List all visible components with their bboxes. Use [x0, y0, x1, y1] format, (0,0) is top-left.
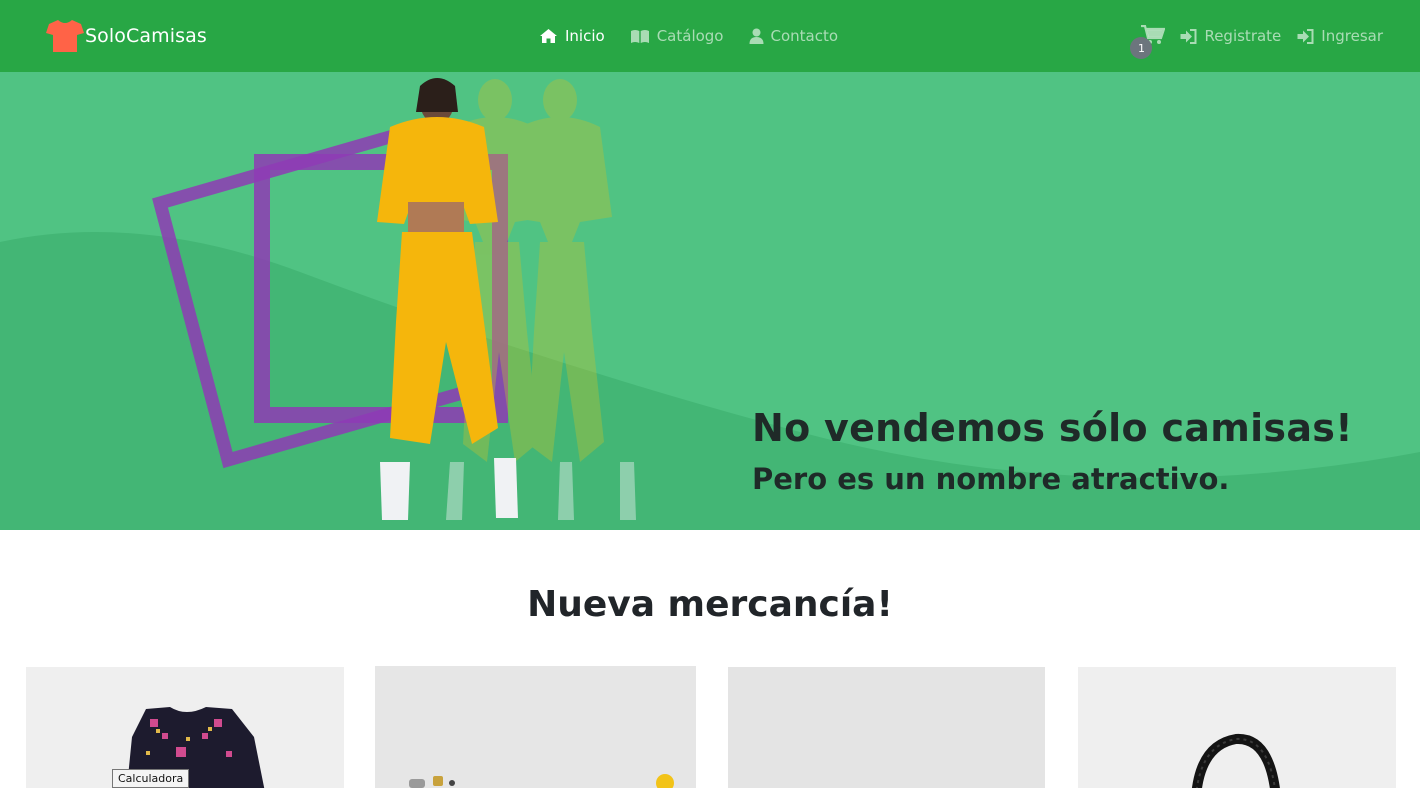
calculator-tooltip: Calculadora — [112, 769, 190, 788]
tshirt-icon — [46, 20, 84, 52]
cart-button[interactable]: 1 — [1130, 25, 1166, 59]
nav-catalogo[interactable]: Catálogo — [630, 25, 724, 47]
nav-ingresar-label: Ingresar — [1321, 27, 1383, 45]
nav-contacto[interactable]: Contacto — [749, 25, 839, 47]
hero-model-illustration — [152, 78, 636, 520]
brand-link[interactable]: SoloCamisas — [45, 19, 207, 53]
sign-in-icon — [1297, 28, 1314, 44]
sign-in-icon — [1180, 28, 1197, 44]
nav-registrate-label: Registrate — [1204, 27, 1282, 45]
brand-name: SoloCamisas — [85, 25, 207, 47]
new-merchandise-heading: Nueva mercancía! — [527, 584, 893, 625]
hero-title: No vendemos sólo camisas! — [752, 406, 1353, 450]
user-nav: 1 Registrate Ingresar — [1130, 25, 1383, 59]
user-icon — [749, 28, 763, 44]
product-card[interactable] — [375, 666, 696, 788]
accessories-image — [409, 774, 674, 788]
nav-contacto-label: Contacto — [770, 27, 839, 45]
book-icon — [630, 29, 649, 43]
product-card[interactable] — [728, 667, 1045, 788]
plain-product-image — [728, 667, 1045, 788]
nav-inicio-label: Inicio — [565, 27, 605, 45]
nav-inicio[interactable]: Inicio — [539, 25, 605, 47]
hero-banner: No vendemos sólo camisas! Pero es un nom… — [0, 72, 1420, 530]
navbar: SoloCamisas Inicio Catálogo Contacto 1 R… — [0, 0, 1420, 72]
nav-catalogo-label: Catálogo — [656, 27, 724, 45]
hero-subtitle: Pero es un nombre atractivo. — [752, 462, 1230, 496]
home-icon — [540, 29, 557, 43]
product-card[interactable] — [1078, 667, 1396, 788]
nav-ingresar[interactable]: Ingresar — [1297, 25, 1383, 47]
main-nav: Inicio Catálogo Contacto — [539, 25, 863, 47]
nav-registrate[interactable]: Registrate — [1180, 25, 1281, 47]
black-bag-image — [1191, 733, 1280, 788]
cart-count-badge: 1 — [1130, 37, 1153, 59]
